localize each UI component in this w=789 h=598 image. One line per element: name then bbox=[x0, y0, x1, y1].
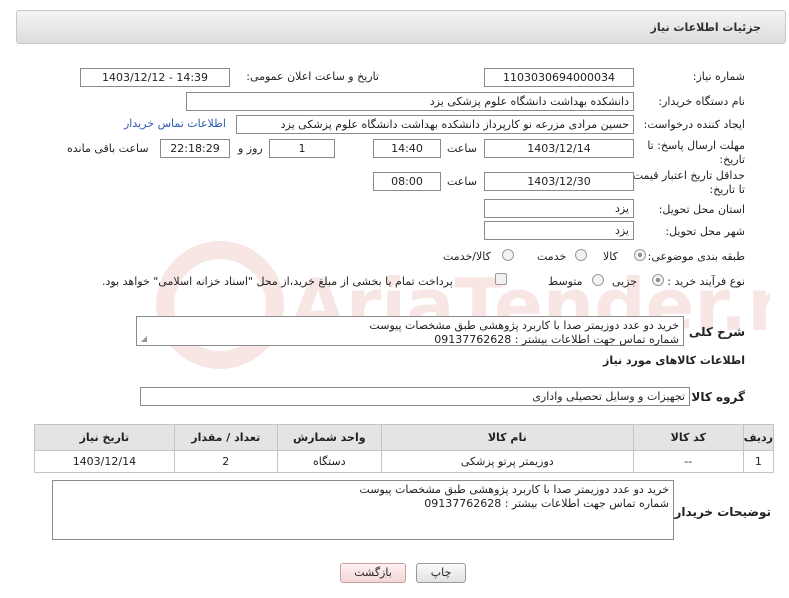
province-label: استان محل تحویل: bbox=[658, 203, 745, 216]
announce-date-field[interactable]: 1403/12/12 - 14:39 bbox=[80, 68, 230, 87]
goods-table: ردیف کد کالا نام کالا واحد شمارش تعداد /… bbox=[34, 424, 775, 473]
resize-grip-icon[interactable]: ◢ bbox=[139, 335, 147, 343]
contact-buyer-link[interactable]: اطلاعات تماس خریدار bbox=[124, 117, 226, 130]
category-radio-goods-service[interactable] bbox=[502, 249, 514, 261]
column-header-quantity: تعداد / مقدار bbox=[173, 424, 278, 451]
province-field[interactable]: یزد bbox=[484, 199, 634, 218]
buyer-notes-label: توضیحات خریدار: bbox=[669, 505, 771, 519]
page-title: جزئیات اطلاعات نیاز bbox=[16, 10, 786, 44]
description-line-1: خرید دو عدد دوزیمتر صدا با کاربرد پژوهشی… bbox=[369, 319, 679, 332]
requester-field[interactable]: حسین مرادی مزرعه نو کارپرداز دانشکده بهد… bbox=[236, 115, 634, 134]
days-label: روز و bbox=[238, 142, 263, 155]
cell-unit: دستگاه bbox=[276, 450, 382, 473]
print-button[interactable]: چاپ bbox=[416, 563, 466, 583]
buyer-org-field[interactable]: دانشکده بهداشت دانشگاه علوم پزشکی یزد bbox=[186, 92, 634, 111]
deadline-date-field[interactable]: 1403/12/14 bbox=[484, 139, 634, 158]
cell-date: 1403/12/14 bbox=[34, 450, 175, 473]
deadline-label: مهلت ارسال پاسخ: تا تاریخ: bbox=[647, 139, 745, 166]
cell-row-number: 1 bbox=[742, 450, 775, 473]
column-header-row: ردیف bbox=[742, 424, 775, 451]
cell-code: -- bbox=[632, 450, 744, 473]
process-radio-medium[interactable] bbox=[592, 274, 604, 286]
category-label: طبقه بندی موضوعی: bbox=[647, 250, 745, 263]
column-header-code: کد کالا bbox=[632, 424, 744, 451]
category-radio-goods[interactable] bbox=[634, 249, 646, 261]
category-option-service: خدمت bbox=[537, 250, 567, 263]
validity-date-field[interactable]: 1403/12/30 bbox=[484, 172, 634, 191]
description-textarea[interactable]: خرید دو عدد دوزیمتر صدا با کاربرد پژوهشی… bbox=[136, 316, 684, 346]
remaining-time-field[interactable]: 22:18:29 bbox=[160, 139, 230, 158]
cell-name: دوزیمتر پرتو پزشکی bbox=[380, 450, 634, 473]
remaining-time-label: ساعت باقی مانده bbox=[67, 142, 149, 155]
deadline-time-field[interactable]: 14:40 bbox=[373, 139, 441, 158]
description-line-2: شماره تماس جهت اطلاعات بیشتر : 091377626… bbox=[434, 333, 679, 346]
column-header-name: نام کالا bbox=[380, 424, 634, 451]
cell-quantity: 2 bbox=[173, 450, 278, 473]
buyer-org-label: نام دستگاه خریدار: bbox=[658, 95, 745, 108]
requester-label: ایجاد کننده درخواست: bbox=[643, 118, 745, 131]
city-label: شهر محل تحویل: bbox=[665, 225, 745, 238]
buyer-notes-line-1: خرید دو عدد دوزیمتر صدا با کاربرد پژوهشی… bbox=[359, 483, 669, 496]
column-header-unit: واحد شمارش bbox=[276, 424, 382, 451]
need-number-field[interactable]: 1103030694000034 bbox=[484, 68, 634, 87]
buyer-notes-line-2: شماره تماس جهت اطلاعات بیشتر : 091377626… bbox=[424, 497, 669, 510]
process-option-minor: جزیی bbox=[612, 275, 638, 288]
treasury-payment-checkbox[interactable] bbox=[495, 273, 507, 285]
goods-table-header: ردیف کد کالا نام کالا واحد شمارش تعداد /… bbox=[34, 424, 775, 451]
process-option-medium: متوسط bbox=[548, 275, 583, 288]
treasury-payment-note: پرداخت تمام یا بخشی از مبلغ خرید،از محل … bbox=[102, 275, 453, 288]
announce-date-label: تاریخ و ساعت اعلان عمومی: bbox=[246, 70, 379, 83]
validity-time-label: ساعت bbox=[447, 175, 477, 188]
back-button[interactable]: بازگشت bbox=[340, 563, 406, 583]
category-option-goods: کالا bbox=[603, 250, 618, 263]
validity-label: حداقل تاریخ اعتبار قیمت: تا تاریخ: bbox=[629, 169, 745, 196]
goods-group-field[interactable]: تجهیزات و وسایل تحصیلی واداری bbox=[140, 387, 690, 406]
days-remaining-field[interactable]: 1 bbox=[269, 139, 335, 158]
table-row: 1 -- دوزیمتر پرتو پزشکی دستگاه 2 1403/12… bbox=[34, 450, 775, 473]
city-field[interactable]: یزد bbox=[484, 221, 634, 240]
need-number-label: شماره نیاز: bbox=[692, 70, 745, 83]
goods-group-label: گروه کالا: bbox=[686, 390, 745, 404]
process-radio-minor[interactable] bbox=[652, 274, 664, 286]
category-radio-service[interactable] bbox=[575, 249, 587, 261]
validity-time-field[interactable]: 08:00 bbox=[373, 172, 441, 191]
buyer-notes-textarea[interactable]: خرید دو عدد دوزیمتر صدا با کاربرد پژوهشی… bbox=[52, 480, 674, 540]
column-header-date: تاریخ نیاز bbox=[34, 424, 175, 451]
goods-section-title: اطلاعات کالاهای مورد نیاز bbox=[603, 354, 745, 367]
deadline-time-label: ساعت bbox=[447, 142, 477, 155]
process-label: نوع فرآیند خرید : bbox=[667, 275, 745, 288]
category-option-goods-service: کالا/خدمت bbox=[443, 250, 491, 263]
